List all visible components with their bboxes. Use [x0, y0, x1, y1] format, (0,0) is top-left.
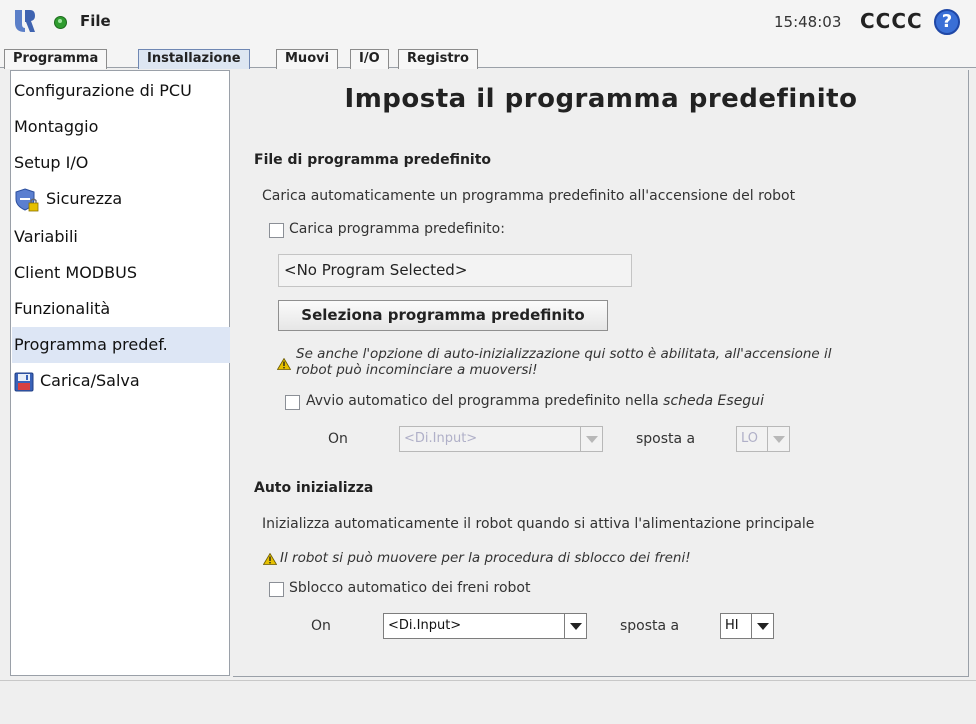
sidebar-item-funzionalita[interactable]: Funzionalità [12, 291, 230, 327]
sidebar-item-label: Sicurezza [46, 189, 123, 208]
sidebar-item-label: Montaggio [14, 117, 99, 136]
autostart-program-label: Avvio automatico del programma predefini… [306, 393, 764, 409]
selected-program-field: <No Program Selected> [278, 254, 632, 287]
sidebar-item-label: Funzionalità [14, 299, 111, 318]
sidebar-item-label: Setup I/O [14, 153, 89, 172]
auto-init-level-select[interactable]: HI [720, 613, 774, 639]
bottom-bar [0, 680, 976, 724]
autostart-warning-line2: robot può incominciare a muoversi! [296, 362, 538, 378]
autostart-level-value: LO [741, 431, 759, 446]
autostart-label-tab-name: scheda Esegui [663, 393, 764, 409]
floppy-disk-icon [14, 372, 34, 391]
warning-icon [263, 553, 277, 565]
clock: 15:48:03 [774, 13, 842, 31]
sidebar-item-montaggio[interactable]: Montaggio [12, 109, 230, 145]
page-title: Imposta il programma predefinito [344, 84, 858, 114]
auto-init-input-select[interactable]: <Di.Input> [383, 613, 587, 639]
section-title-auto-init: Auto inizializza [254, 480, 374, 496]
help-icon[interactable]: ? [934, 9, 960, 35]
main-panel: Imposta il programma predefinito File di… [233, 70, 969, 677]
sidebar-item-configurazione-pcu[interactable]: Configurazione di PCU [12, 73, 230, 109]
autostart-warning-line1: Se anche l'opzione di auto-inizializzazi… [296, 346, 832, 362]
top-bar: File 15:48:03 CCCC ? [0, 0, 976, 44]
robot-name: CCCC [860, 9, 923, 33]
sidebar: Configurazione di PCU Montaggio Setup I/… [10, 70, 230, 676]
autostart-program-checkbox[interactable] [285, 395, 300, 410]
warning-icon [277, 358, 291, 370]
sidebar-item-label: Client MODBUS [14, 263, 137, 282]
sidebar-item-client-modbus[interactable]: Client MODBUS [12, 255, 230, 291]
tab-installazione[interactable]: Installazione [138, 49, 250, 69]
sidebar-item-variabili[interactable]: Variabili [12, 219, 230, 255]
autostart-on-label: On [328, 431, 348, 447]
autostart-label-text: Avvio automatico del programma predefini… [306, 393, 659, 409]
auto-init-on-label: On [311, 618, 331, 634]
sidebar-item-sicurezza[interactable]: Sicurezza [12, 181, 230, 217]
tab-programma[interactable]: Programma [4, 49, 108, 69]
sidebar-item-carica-salva[interactable]: Carica/Salva [12, 363, 230, 399]
section-title-default-program: File di programma predefinito [254, 152, 492, 168]
shield-lock-icon [15, 187, 39, 211]
tab-io[interactable]: I/O [350, 49, 389, 69]
autostart-level-select[interactable]: LO [736, 426, 790, 452]
file-menu[interactable]: File [80, 12, 111, 30]
select-default-program-button[interactable]: Seleziona programma predefinito [278, 300, 608, 331]
chevron-down-icon [564, 614, 586, 638]
robot-status-icon[interactable] [54, 16, 67, 29]
load-default-program-checkbox[interactable] [269, 223, 284, 238]
auto-init-moves-to-label: sposta a [620, 618, 680, 634]
auto-brake-release-label: Sblocco automatico dei freni robot [289, 580, 531, 596]
auto-init-level-value: HI [725, 618, 739, 633]
sidebar-item-label: Carica/Salva [40, 371, 140, 390]
auto-brake-release-checkbox[interactable] [269, 582, 284, 597]
chevron-down-icon [767, 427, 789, 451]
auto-init-input-value: <Di.Input> [388, 618, 462, 633]
autostart-input-value: <Di.Input> [404, 431, 478, 446]
load-default-program-label: Carica programma predefinito: [289, 221, 505, 237]
default-program-description: Carica automaticamente un programma pred… [262, 188, 796, 204]
tab-bar: Programma Installazione Muovi I/O Regist… [0, 44, 976, 69]
sidebar-item-setup-io[interactable]: Setup I/O [12, 145, 230, 181]
sidebar-item-label: Variabili [14, 227, 78, 246]
brake-release-warning: Il robot si può muovere per la procedura… [280, 550, 691, 566]
sidebar-item-label: Programma predef. [14, 335, 168, 354]
autostart-input-select[interactable]: <Di.Input> [399, 426, 603, 452]
tab-registro[interactable]: Registro [398, 49, 478, 69]
tab-muovi[interactable]: Muovi [276, 49, 339, 69]
chevron-down-icon [751, 614, 773, 638]
sidebar-item-programma-predef[interactable]: Programma predef. [12, 327, 230, 363]
universal-robots-logo-icon [15, 10, 35, 32]
auto-init-description: Inizializza automaticamente il robot qua… [262, 516, 815, 532]
sidebar-item-label: Configurazione di PCU [14, 81, 192, 100]
chevron-down-icon [580, 427, 602, 451]
autostart-moves-to-label: sposta a [636, 431, 696, 447]
